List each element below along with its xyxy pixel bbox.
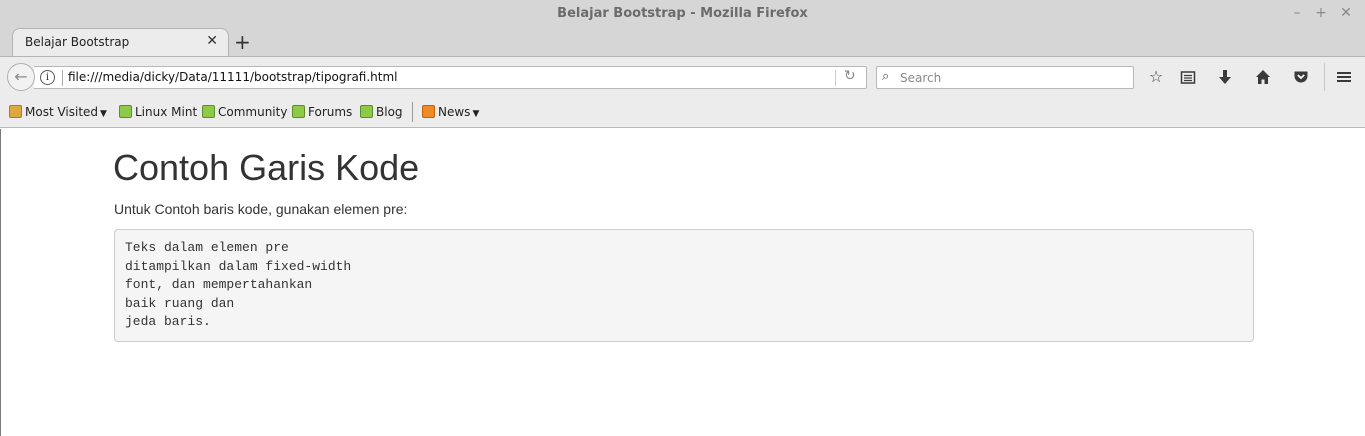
bookmark-blog[interactable]: Blog xyxy=(360,105,403,119)
bookmarks-toolbar: Most Visited ▼ Linux Mint Community Forum… xyxy=(0,96,1365,128)
bookmark-community[interactable]: Community xyxy=(202,105,287,119)
url-divider-right xyxy=(835,70,836,86)
maximize-button[interactable]: + xyxy=(1313,4,1329,22)
intro-paragraph: Untuk Contoh baris kode, gunakan elemen … xyxy=(114,201,408,217)
chevron-down-icon: ▼ xyxy=(100,109,107,119)
bookmarks-separator xyxy=(412,102,413,122)
code-line: Teks dalam elemen pre xyxy=(125,240,289,255)
navigation-toolbar: i file:///media/dicky/Data/11111/bootstr… xyxy=(0,56,1365,96)
back-icon[interactable]: ← xyxy=(7,63,35,91)
tab-strip: Belajar Bootstrap ✕ + xyxy=(0,28,1365,57)
page-content: Contoh Garis Kode Untuk Contoh baris kod… xyxy=(0,129,1365,436)
bookmark-linux-mint[interactable]: Linux Mint xyxy=(119,105,197,119)
bookmark-label: Blog xyxy=(376,105,403,119)
code-block: Teks dalam elemen pre ditampilkan dalam … xyxy=(114,229,1254,342)
url-bar[interactable]: i file:///media/dicky/Data/11111/bootstr… xyxy=(34,66,867,89)
mint-icon xyxy=(360,105,373,118)
bookmark-label: Forums xyxy=(308,105,353,119)
tab-label: Belajar Bootstrap xyxy=(25,35,130,49)
mint-icon xyxy=(119,105,132,118)
bookmark-news[interactable]: News ▼ xyxy=(422,105,479,119)
search-icon: ⌕ xyxy=(882,69,890,84)
reload-icon[interactable]: ↻ xyxy=(844,68,856,84)
search-input[interactable]: ⌕ Search xyxy=(876,66,1134,89)
info-icon[interactable]: i xyxy=(40,70,55,85)
close-tab-icon[interactable]: ✕ xyxy=(206,33,218,49)
page-title: Contoh Garis Kode xyxy=(113,147,420,188)
close-window-button[interactable]: ✕ xyxy=(1338,4,1354,22)
mint-icon xyxy=(292,105,305,118)
menu-icon[interactable] xyxy=(1334,67,1354,87)
code-line: font, dan mempertahankan xyxy=(125,277,313,293)
bookmark-label: Community xyxy=(218,105,288,119)
bookmark-label: News xyxy=(438,105,471,119)
reading-list-icon[interactable] xyxy=(1178,67,1198,87)
mint-icon xyxy=(202,105,215,118)
bookmark-forums[interactable]: Forums xyxy=(292,105,352,119)
rss-icon xyxy=(422,105,435,118)
window-title: Belajar Bootstrap - Mozilla Firefox xyxy=(557,6,808,21)
bookmark-most-visited[interactable]: Most Visited ▼ xyxy=(9,105,107,119)
folder-icon xyxy=(9,105,22,118)
window-titlebar: Belajar Bootstrap - Mozilla Firefox – + … xyxy=(0,0,1365,28)
minimize-button[interactable]: – xyxy=(1289,4,1305,22)
home-icon[interactable] xyxy=(1253,67,1273,87)
url-divider xyxy=(62,70,63,86)
downloads-icon[interactable] xyxy=(1215,67,1235,87)
chevron-down-icon: ▼ xyxy=(472,109,480,119)
tab-belajar-bootstrap[interactable]: Belajar Bootstrap ✕ xyxy=(12,28,229,57)
search-placeholder: Search xyxy=(900,71,942,85)
url-text[interactable]: file:///media/dicky/Data/11111/bootstrap… xyxy=(68,70,398,84)
bookmark-star-icon[interactable]: ☆ xyxy=(1146,67,1166,87)
code-line: jeda baris. xyxy=(125,314,211,330)
pocket-icon[interactable] xyxy=(1291,67,1311,87)
toolbar-separator xyxy=(1324,63,1325,91)
bookmark-label: Most Visited xyxy=(25,105,99,119)
code-line: baik ruang dan xyxy=(125,295,235,311)
new-tab-button[interactable]: + xyxy=(234,30,251,54)
code-line: ditampilkan dalam fixed-width xyxy=(125,258,352,274)
bookmark-label: Linux Mint xyxy=(135,105,198,119)
